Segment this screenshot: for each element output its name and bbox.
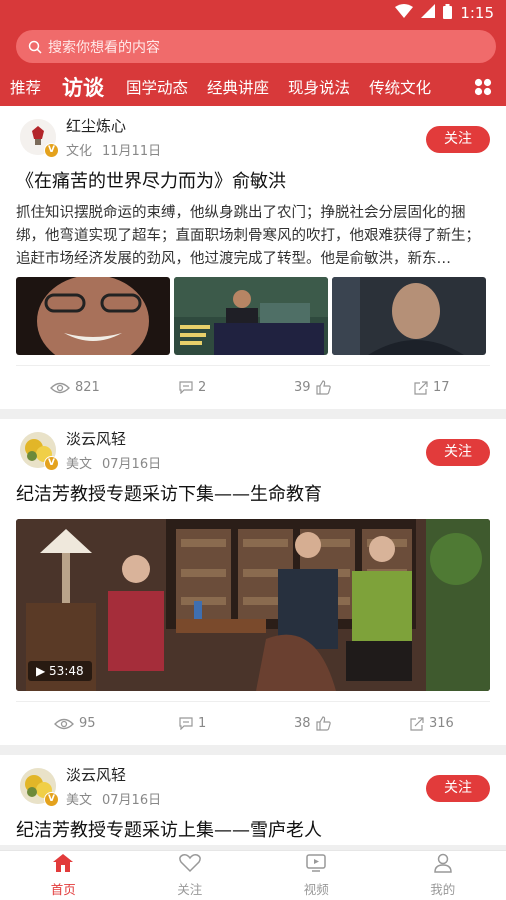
article-title[interactable]: 《在痛苦的世界尽力而为》俞敏洪 — [16, 168, 490, 196]
post-category: 美文 — [66, 457, 93, 472]
follow-button[interactable]: 关注 — [426, 439, 490, 466]
like-count[interactable]: 39 — [294, 380, 331, 395]
post-date: 07月16日 — [102, 457, 162, 472]
article-card[interactable]: V 红尘炼心 文化 11月11日 关注 《在痛苦的世界尽力而为》俞敏洪 抓住知识摆… — [0, 106, 506, 409]
video-duration: ▶ 53:48 — [28, 661, 92, 681]
search-bar[interactable]: 搜索你想看的内容 — [16, 30, 496, 63]
tab-recommend[interactable]: 推荐 — [10, 76, 41, 98]
tab-traditional-culture[interactable]: 传统文化 — [369, 76, 431, 98]
heart-icon — [178, 853, 201, 876]
author-name[interactable]: 红尘炼心 — [66, 115, 161, 136]
thumbs-up-icon — [315, 716, 331, 731]
post-date: 11月11日 — [102, 144, 162, 159]
avatar[interactable]: V — [20, 768, 59, 807]
tv-icon — [305, 853, 327, 876]
thumbnail-row — [16, 277, 490, 355]
category-tabs: 推荐 访谈 国学动态 经典讲座 现身说法 传统文化 — [0, 70, 506, 104]
signal-icon — [421, 4, 436, 22]
tab-classic-lectures[interactable]: 经典讲座 — [207, 76, 269, 98]
comment-count[interactable]: 2 — [179, 380, 206, 395]
post-category: 美文 — [66, 793, 93, 808]
search-icon — [28, 40, 42, 54]
app-header: 1:15 搜索你想看的内容 推荐 访谈 国学动态 经典讲座 现身说法 传统文化 — [0, 0, 506, 106]
post-date: 07月16日 — [102, 793, 162, 808]
share-count[interactable]: 17 — [414, 380, 450, 395]
comment-count[interactable]: 1 — [179, 716, 206, 731]
article-card[interactable]: V 淡云风轻 美文 07月16日 关注 纪洁芳教授专题采访下集——生命教育 ▶ … — [0, 419, 506, 745]
post-category: 文化 — [66, 144, 93, 159]
status-bar: 1:15 — [0, 0, 506, 26]
follow-button[interactable]: 关注 — [426, 775, 490, 802]
wifi-icon — [395, 4, 414, 22]
tab-testimonials[interactable]: 现身说法 — [288, 76, 350, 98]
bottom-navigation: 首页 关注 视频 我的 — [0, 850, 506, 900]
nav-video[interactable]: 视频 — [253, 851, 380, 900]
home-icon — [52, 853, 74, 876]
verified-badge-icon: V — [44, 456, 59, 471]
view-count: 821 — [50, 380, 100, 395]
verified-badge-icon: V — [44, 792, 59, 807]
stats-bar: 95 1 38 316 — [16, 701, 490, 745]
author-name[interactable]: 淡云风轻 — [66, 428, 161, 449]
card-header: V 淡云风轻 美文 07月16日 关注 — [16, 755, 490, 817]
article-feed: V 红尘炼心 文化 11月11日 关注 《在痛苦的世界尽力而为》俞敏洪 抓住知识摆… — [0, 106, 506, 850]
stats-bar: 821 2 39 17 — [16, 365, 490, 409]
share-icon — [414, 380, 428, 395]
eye-icon — [54, 718, 74, 730]
article-card[interactable]: V 淡云风轻 美文 07月16日 关注 纪洁芳教授专题采访上集——雪庐老人 — [0, 755, 506, 845]
battery-icon — [443, 3, 453, 23]
thumbs-up-icon — [315, 380, 331, 395]
article-title[interactable]: 纪洁芳教授专题采访下集——生命教育 — [16, 481, 490, 509]
thumbnail-image[interactable] — [16, 277, 170, 355]
user-icon — [432, 853, 454, 876]
status-time: 1:15 — [460, 4, 494, 22]
thumbnail-image[interactable] — [332, 277, 486, 355]
share-count[interactable]: 316 — [410, 716, 454, 731]
author-name[interactable]: 淡云风轻 — [66, 764, 161, 785]
nav-me[interactable]: 我的 — [380, 851, 506, 900]
eye-icon — [50, 382, 70, 394]
share-icon — [410, 716, 424, 731]
avatar[interactable]: V — [20, 432, 59, 471]
nav-follow[interactable]: 关注 — [127, 851, 254, 900]
tab-interview[interactable]: 访谈 — [62, 72, 104, 102]
view-count: 95 — [54, 716, 96, 731]
video-thumbnail[interactable]: ▶ 53:48 — [16, 519, 490, 691]
article-summary: 抓住知识摆脱命运的束缚，他纵身跳出了农门；挣脱社会分层固化的捆绑，他弯道实现了超… — [16, 205, 480, 267]
like-count[interactable]: 38 — [294, 716, 331, 731]
search-placeholder: 搜索你想看的内容 — [48, 39, 160, 56]
avatar[interactable]: V — [20, 119, 59, 158]
article-title[interactable]: 纪洁芳教授专题采访上集——雪庐老人 — [16, 817, 490, 845]
tab-guoxue-news[interactable]: 国学动态 — [126, 76, 188, 98]
card-header: V 淡云风轻 美文 07月16日 关注 — [16, 419, 490, 481]
comment-icon — [179, 717, 193, 730]
nav-home[interactable]: 首页 — [0, 851, 127, 900]
thumbnail-image[interactable] — [174, 277, 328, 355]
category-grid-icon[interactable] — [474, 78, 492, 96]
card-header: V 红尘炼心 文化 11月11日 关注 — [16, 106, 490, 168]
follow-button[interactable]: 关注 — [426, 126, 490, 153]
verified-badge-icon: V — [44, 143, 59, 158]
comment-icon — [179, 381, 193, 394]
